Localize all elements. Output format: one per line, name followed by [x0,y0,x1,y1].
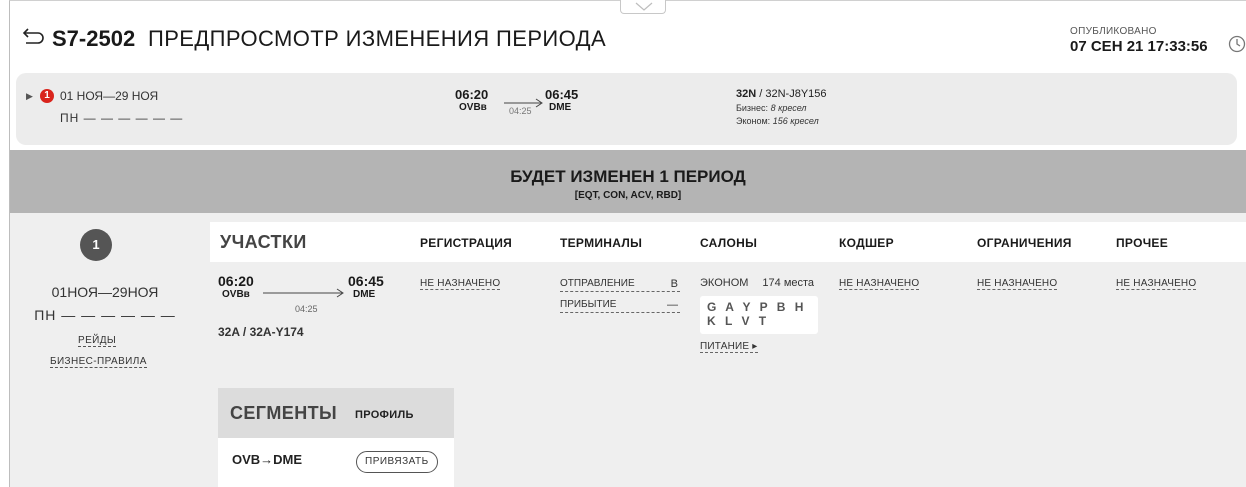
cabin-class: ЭКОНОМ [700,277,749,289]
segments-tab[interactable]: СЕГМЕНТЫ [230,403,337,424]
business-rules-link[interactable]: БИЗНЕС-ПРАВИЛА [50,356,147,368]
header-cabins: САЛОНЫ [700,236,758,250]
header-restrictions: ОГРАНИЧЕНИЯ [977,236,1072,250]
back-arrow-icon[interactable] [22,26,46,51]
cabin-info: ЭКОНОМ 174 места [700,277,814,289]
period-summary-card[interactable] [16,73,1237,145]
terminal-departure-value: B [670,278,678,290]
page-title: ПРЕДПРОСМОТР ИЗМЕНЕНИЯ ПЕРИОДА [148,26,607,51]
summary-departure-airport: OVBв [459,102,487,113]
period-panel [10,213,210,487]
leg-departure-time: 06:20 [218,273,254,289]
leg-duration: 04:25 [295,304,318,314]
leg-departure-airport: OVBв [222,289,250,300]
leg-arrival-airport: DME [353,289,376,300]
clock-icon[interactable] [1228,35,1246,58]
leg-arrow-icon [263,285,345,303]
chevron-down-icon [635,2,653,11]
codeshare-value[interactable]: НЕ НАЗНАЧЕНО [839,278,920,290]
flight-code: S7-2502 [52,26,136,51]
cabin-business: Бизнес: 8 кресел [736,103,807,113]
summary-duration: 04:25 [509,106,532,116]
summary-equipment: 32N / 32N-J8Y156 [736,88,827,100]
collapse-toggle[interactable] [620,0,666,14]
meal-link[interactable]: ПИТАНИЕ ▸ [700,341,758,353]
terminal-arrival-value: — [667,299,678,311]
summary-arrival-airport: DME [549,102,572,113]
expand-triangle-icon[interactable]: ▶ [26,91,33,102]
published-date: 07 СЕН 21 17:33:56 [1070,38,1208,55]
terminal-departure[interactable]: ОТПРАВЛЕНИЕ B [560,278,680,292]
leg-arrival-time: 06:45 [348,273,384,289]
header-terminals: ТЕРМИНАЛЫ [560,236,643,250]
terminal-departure-label: ОТПРАВЛЕНИЕ [560,278,635,289]
banner-subtitle: [EQT, CON, ACV, RBD] [574,190,682,201]
banner-title: БУДЕТ ИЗМЕНЕН 1 ПЕРИОД [510,167,746,186]
header-registration: РЕГИСТРАЦИЯ [420,236,513,250]
terminal-arrival-label: ПРИБЫТИЕ [560,299,617,310]
rbd-classes: G A Y P B H K L V T [707,300,807,328]
header-codeshare: КОДШЕР [839,236,894,250]
equipment-code: 32N [736,88,757,100]
published-label: ОПУБЛИКОВАНО [1070,26,1157,37]
period-dates: 01НОЯ—29НОЯ [51,284,159,300]
cabin-seats: 174 места [762,277,815,289]
cabin-economy-label: Эконом: [736,116,771,126]
profile-tab[interactable]: ПРОФИЛЬ [355,409,414,421]
segment-route: OVB→DME [232,452,303,467]
period-number-badge: 1 [40,89,54,103]
other-value[interactable]: НЕ НАЗНАЧЕНО [1116,278,1197,290]
bind-button[interactable]: ПРИВЯЗАТЬ [356,451,438,473]
cabin-economy: Эконом: 156 кресел [736,116,819,126]
terminal-arrival[interactable]: ПРИБЫТИЕ — [560,299,680,313]
period-number-circle: 1 [80,229,112,261]
cabin-business-label: Бизнес: [736,103,769,113]
summary-arrival-time: 06:45 [545,87,579,102]
equipment-config: / 32N-J8Y156 [759,88,827,100]
period-days: ПН — — — — — — [34,307,176,323]
cabin-business-value: 8 кресел [770,103,807,113]
summary-days: ПН — — — — — — [60,111,184,125]
summary-period: 01 НОЯ—29 НОЯ [60,89,159,103]
header-other: ПРОЧЕЕ [1116,236,1169,250]
restrictions-value[interactable]: НЕ НАЗНАЧЕНО [977,278,1058,290]
cabin-economy-value: 156 кресел [772,116,819,126]
summary-departure-time: 06:20 [455,87,489,102]
flights-link[interactable]: РЕЙДЫ [78,335,117,347]
registration-value[interactable]: НЕ НАЗНАЧЕНО [420,278,501,290]
legs-title: УЧАСТКИ [220,232,307,252]
leg-equipment: 32A / 32A-Y174 [218,325,304,339]
